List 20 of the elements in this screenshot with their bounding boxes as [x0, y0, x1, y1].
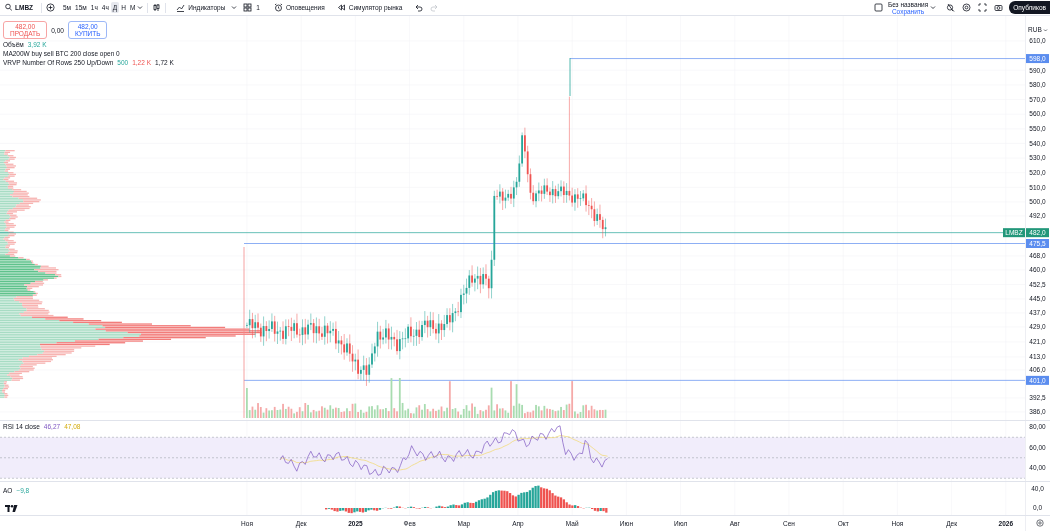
search-icon[interactable] — [5, 3, 12, 12]
quick-search-icon[interactable] — [946, 3, 956, 12]
fullscreen-icon[interactable] — [978, 3, 988, 12]
layout-grid-icon[interactable] — [243, 3, 253, 12]
alarm-clock-icon[interactable] — [273, 3, 283, 12]
range-edge-line — [569, 57, 571, 97]
camera-icon[interactable] — [994, 3, 1004, 12]
candles-icon[interactable] — [152, 3, 162, 12]
undo-icon[interactable] — [414, 3, 424, 12]
logo-icon[interactable] — [5, 505, 18, 512]
indicators-icon[interactable] — [176, 3, 186, 12]
square-icon[interactable] — [873, 3, 883, 12]
chevron-down-icon[interactable] — [930, 3, 937, 12]
chevron-down-icon[interactable] — [231, 3, 238, 12]
rewind-icon[interactable] — [336, 3, 346, 12]
add-circle-icon[interactable] — [46, 3, 55, 12]
settings-icon[interactable] — [1036, 519, 1044, 527]
chevron-down-icon[interactable] — [1043, 29, 1048, 32]
settings-icon[interactable] — [962, 3, 972, 12]
chevron-down-icon[interactable] — [137, 3, 144, 12]
